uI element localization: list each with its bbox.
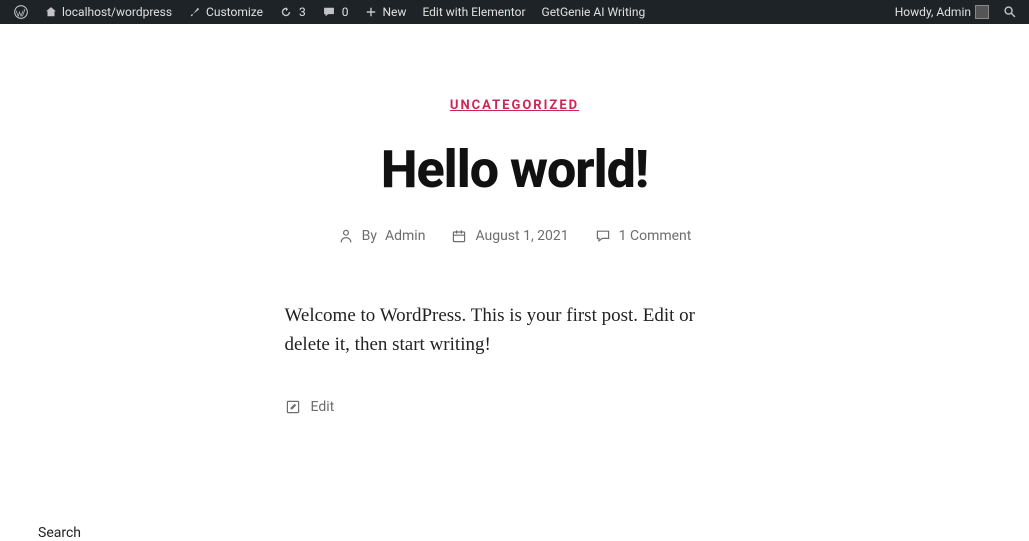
comments-link[interactable]: 0 [314,0,357,24]
post-comment-count: 1 Comment [619,228,692,244]
updates-count: 3 [299,5,306,19]
admin-bar-right: Howdy, Admin [887,0,1023,24]
getgenie-link[interactable]: GetGenie AI Writing [534,0,654,24]
getgenie-label: GetGenie AI Writing [542,5,646,19]
avatar [975,5,989,19]
new-label: New [382,5,406,19]
updates-link[interactable]: 3 [271,0,314,24]
post-comments-link[interactable]: 1 Comment [595,228,692,244]
post-author: By Admin [338,228,426,244]
post-title: Hello world! [155,141,875,198]
admin-bar-left: localhost/wordpress Customize 3 0 New Ed… [6,0,653,24]
post-author-link[interactable]: Admin [385,228,425,244]
account-link[interactable]: Howdy, Admin [887,0,997,24]
update-icon [279,5,293,19]
wp-admin-bar: localhost/wordpress Customize 3 0 New Ed… [0,0,1029,24]
customize-label: Customize [206,5,263,19]
post-meta: By Admin August 1, 2021 1 Comment [155,228,875,244]
person-icon [338,228,354,244]
search-heading: Search [38,525,1029,541]
site-name-link[interactable]: localhost/wordpress [36,0,180,24]
post-date: August 1, 2021 [451,228,568,244]
brush-icon [188,5,202,19]
site-name-text: localhost/wordpress [62,5,172,19]
admin-search-button[interactable] [997,0,1023,24]
edit-icon [285,399,301,415]
plus-icon [364,5,378,19]
calendar-icon [451,228,467,244]
edit-with-elementor-link[interactable]: Edit with Elementor [414,0,533,24]
comments-count: 0 [342,5,349,19]
post-header: UNCATEGORIZED Hello world! By Admin Augu… [155,24,875,244]
post-date-text: August 1, 2021 [475,228,568,244]
comment-bubble-icon [322,5,336,19]
edit-label: Edit [311,399,335,415]
howdy-text: Howdy, Admin [895,5,971,19]
home-icon [44,5,58,19]
post-by-label: By [362,228,377,244]
wp-logo[interactable] [6,0,36,24]
post-body: Welcome to WordPress. This is your first… [285,302,745,415]
search-icon [1003,5,1017,19]
wordpress-icon [14,5,28,19]
new-content-link[interactable]: New [356,0,414,24]
post-content: Welcome to WordPress. This is your first… [285,302,745,359]
edit-post-link[interactable]: Edit [285,399,745,415]
post-category-link[interactable]: UNCATEGORIZED [450,98,579,113]
elementor-label: Edit with Elementor [422,5,525,19]
customize-link[interactable]: Customize [180,0,271,24]
comment-icon [595,228,611,244]
